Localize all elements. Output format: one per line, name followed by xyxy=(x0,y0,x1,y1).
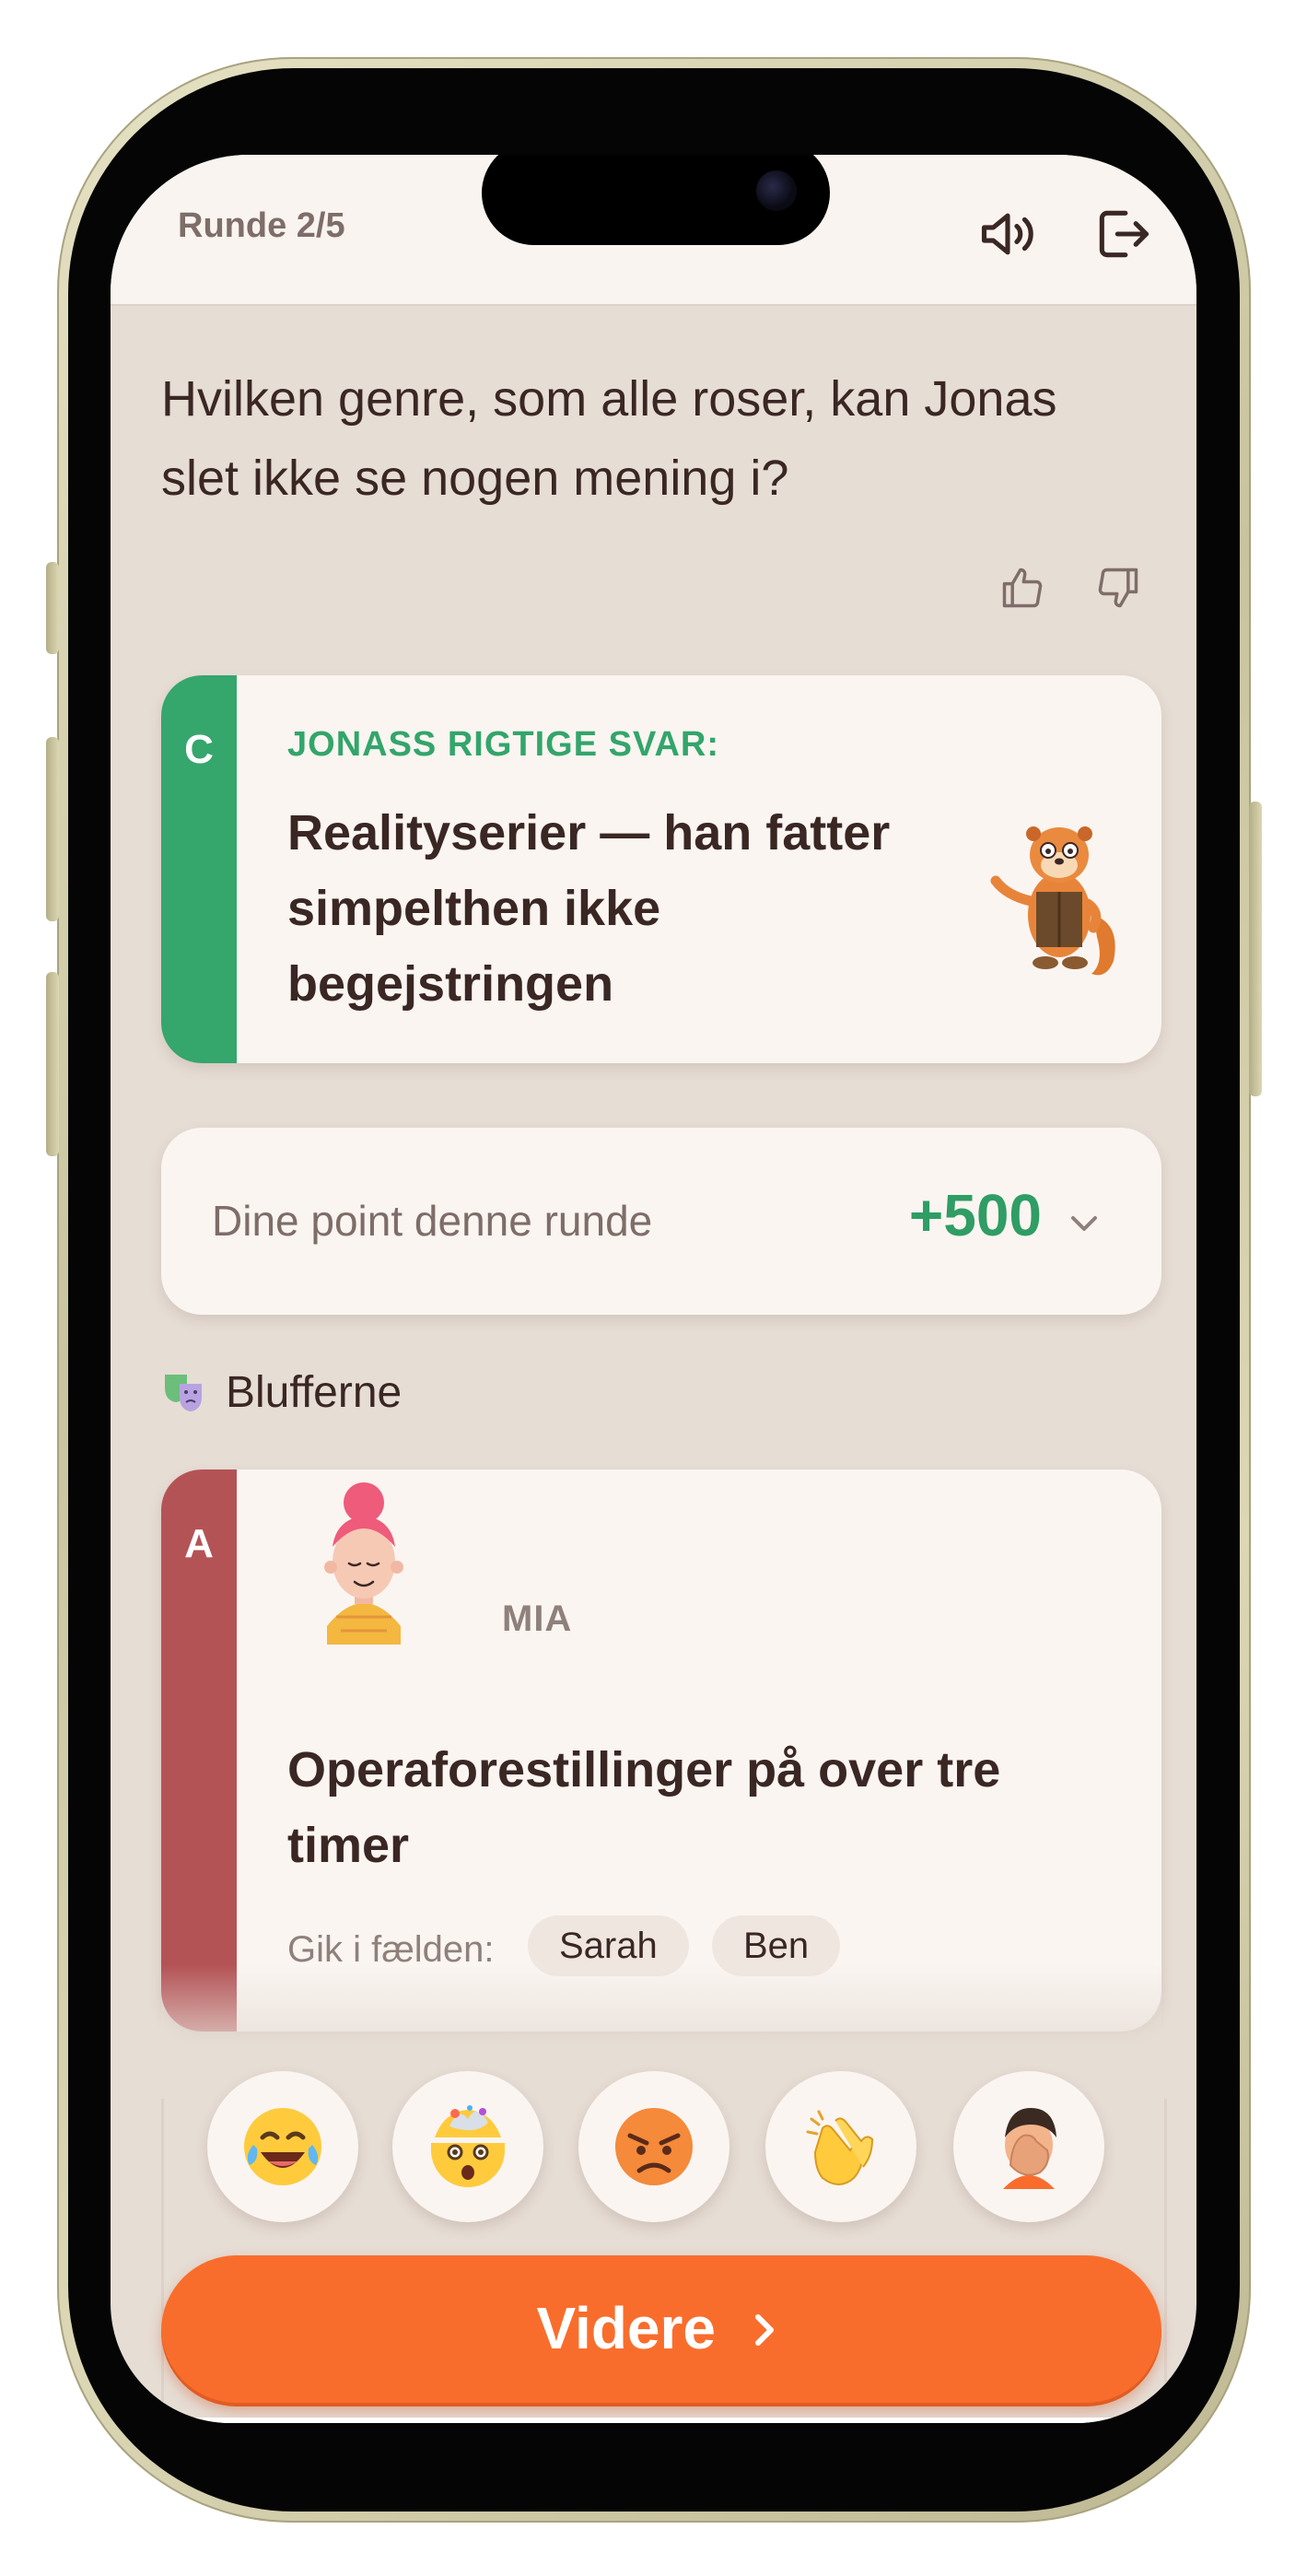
reaction-mind-blown-button[interactable] xyxy=(392,2071,543,2222)
dynamic-island xyxy=(482,155,830,245)
scroll-fade xyxy=(161,1965,1161,2067)
otter-mascot-icon xyxy=(990,826,1115,976)
correct-answer-card: C JONASS RIGTIGE SVAR: Realityserier — h… xyxy=(161,675,1161,1063)
round-counter: Runde 2/5 xyxy=(178,206,345,245)
round-points-value: +500 xyxy=(908,1182,1042,1248)
thumbs-up-icon xyxy=(1002,568,1043,608)
bluffer-player-name: MIA xyxy=(502,1598,573,1639)
clapping-hands-icon xyxy=(806,2110,874,2185)
speaker-icon xyxy=(981,213,1033,255)
bluff-answer-text: Operaforestillinger på over tre timer xyxy=(287,1742,1001,1873)
volume-up-button xyxy=(46,737,59,921)
round-points-label: Dine point denne runde xyxy=(212,1197,653,1245)
theater-masks-icon xyxy=(165,1375,202,1411)
answer-letter: C xyxy=(184,727,214,772)
power-button xyxy=(1249,802,1262,1096)
reaction-facepalm-button[interactable] xyxy=(953,2071,1104,2222)
camera-icon xyxy=(756,170,797,211)
chevron-down-icon xyxy=(1071,1216,1097,1231)
reaction-clap-button[interactable] xyxy=(765,2071,916,2222)
exit-button[interactable] xyxy=(1091,203,1154,265)
app-screen: Runde 2/5 Hvilken genre, som alle roser,… xyxy=(111,155,1196,2423)
thumbs-down-icon xyxy=(1098,568,1138,608)
bluffers-section-title: Blufferne xyxy=(226,1368,403,1417)
answer-letter: A xyxy=(184,1521,214,1566)
angry-face-icon xyxy=(615,2108,693,2185)
facepalm-icon xyxy=(1003,2108,1056,2189)
round-points-card[interactable]: Dine point denne runde +500 xyxy=(161,1128,1161,1315)
chevron-right-icon xyxy=(755,2314,775,2346)
volume-down-button xyxy=(46,972,59,1156)
thumbs-down-button[interactable] xyxy=(1094,564,1142,612)
action-button xyxy=(46,562,59,654)
exit-icon xyxy=(1099,210,1149,258)
player-avatar xyxy=(324,1482,403,1645)
mind-blown-icon xyxy=(431,2105,505,2187)
continue-button[interactable]: Videre xyxy=(161,2255,1161,2406)
thumbs-up-button[interactable] xyxy=(998,564,1046,612)
sound-button[interactable] xyxy=(976,203,1039,265)
reaction-laughing-button[interactable] xyxy=(207,2071,358,2222)
laughing-tears-icon xyxy=(244,2108,321,2185)
app-header: Runde 2/5 xyxy=(111,155,1196,306)
correct-answer-label: JONASS RIGTIGE SVAR: xyxy=(287,725,720,764)
bluff-answer-card: A MIA Operaforestillinger på over tre ti… xyxy=(161,1469,1161,2032)
question-text: Hvilken genre, som alle roser, kan Jonas… xyxy=(161,371,1057,506)
reaction-angry-button[interactable] xyxy=(578,2071,729,2222)
screen-bottom-edge xyxy=(111,2418,1196,2423)
correct-answer-text: Realityserier — han fatter simpelthen ik… xyxy=(287,805,891,1012)
continue-button-label: Videre xyxy=(536,2295,717,2361)
